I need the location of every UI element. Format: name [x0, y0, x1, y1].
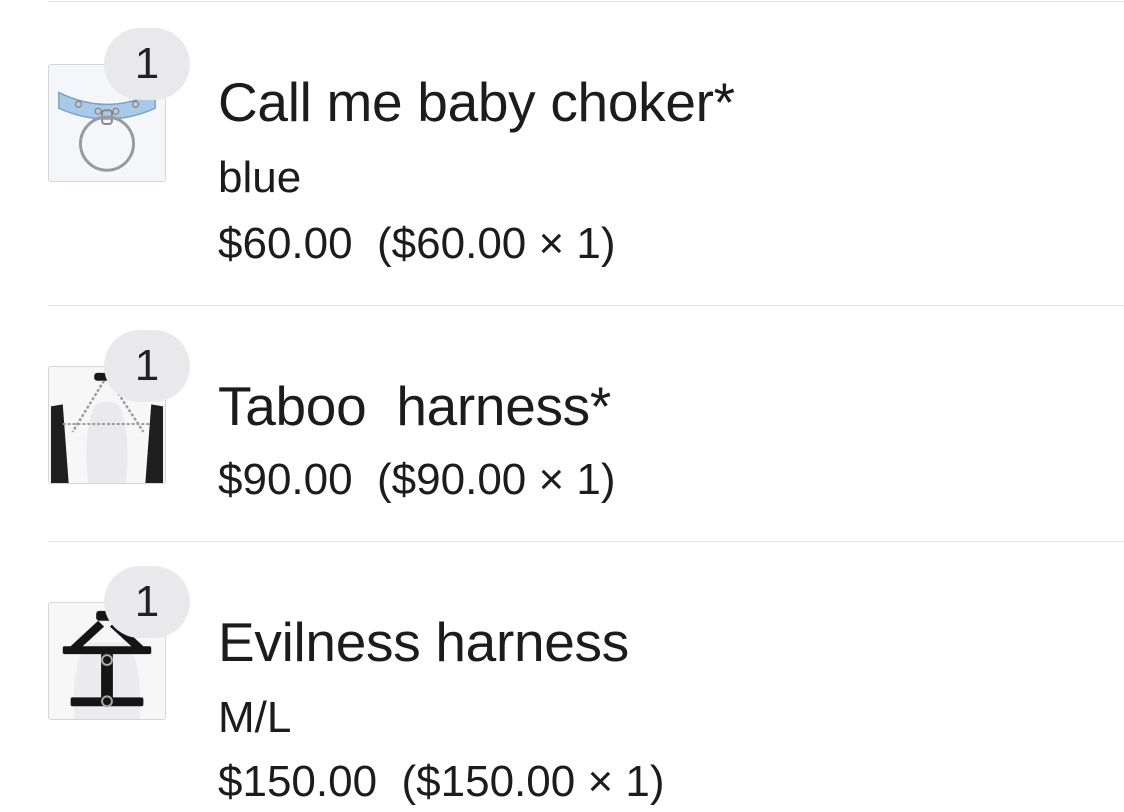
product-title: Taboo harness*: [218, 375, 611, 437]
unit-breakdown: ($150.00 × 1): [401, 757, 665, 806]
quantity-badge: 1: [104, 28, 190, 100]
unit-breakdown: ($90.00 × 1): [377, 455, 616, 504]
line-price: $150.00 ($150.00 × 1): [218, 756, 664, 808]
cart-line-item[interactable]: 1 Evilness harness M/L $150.00 ($150.00 …: [0, 542, 1124, 812]
quantity-badge: 1: [104, 566, 190, 638]
product-variant: M/L: [218, 693, 292, 742]
unit-breakdown: ($60.00 × 1): [377, 219, 616, 268]
quantity-badge: 1: [104, 330, 190, 402]
line-total: $60.00: [218, 219, 353, 268]
product-title: Evilness harness: [218, 611, 629, 673]
line-price: $60.00 ($60.00 × 1): [218, 218, 616, 270]
product-variant: blue: [218, 153, 302, 202]
cart-line-item[interactable]: 1 Call me baby choker* blue $60.00 ($60.…: [0, 0, 1124, 306]
line-total: $150.00: [218, 757, 378, 806]
line-total: $90.00: [218, 455, 353, 504]
line-price: $90.00 ($90.00 × 1): [218, 454, 616, 506]
product-title: Call me baby choker*: [218, 71, 735, 133]
cart-line-item[interactable]: 1 Taboo harness* $90.00 ($90.00 × 1): [0, 306, 1124, 542]
